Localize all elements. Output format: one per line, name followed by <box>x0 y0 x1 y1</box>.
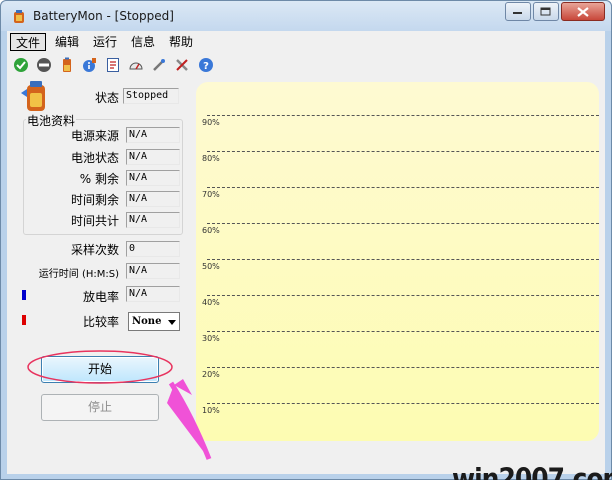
watermark: win2007.com <box>452 461 612 480</box>
menu-help[interactable]: 帮助 <box>164 33 198 51</box>
time-total-value: N/A <box>126 212 180 228</box>
percent-remaining-value: N/A <box>126 170 180 186</box>
battery-chart: 90% 80% 70% 60% 50% 40% 30% 20% 10% <box>196 82 599 441</box>
chart-gridline <box>207 367 599 368</box>
compare-rate-select[interactable]: None <box>128 312 180 331</box>
gauge-icon[interactable] <box>128 57 144 73</box>
minimize-button[interactable] <box>505 2 531 21</box>
window-title: BatteryMon - [Stopped] <box>33 9 174 23</box>
power-source-label: 电源来源 <box>70 129 119 143</box>
time-left-label: 时间剩余 <box>70 193 119 207</box>
close-icon <box>577 6 589 17</box>
check-icon[interactable] <box>13 57 29 73</box>
chart-tick-label: 70% <box>202 190 220 199</box>
discharge-color-mark <box>22 290 26 300</box>
tools-icon[interactable] <box>174 57 190 73</box>
toolbar: ? <box>7 54 605 78</box>
chart-gridline <box>207 331 599 332</box>
runtime-value: N/A <box>126 263 180 279</box>
chart-gridline <box>207 259 599 260</box>
minimize-icon <box>513 11 522 14</box>
menu-info[interactable]: 信息 <box>126 33 160 51</box>
chart-gridline <box>207 223 599 224</box>
chart-gridline <box>207 295 599 296</box>
chart-tick-label: 50% <box>202 262 220 271</box>
client-area: 文件 编辑 运行 信息 帮助 ? 状态 Stopped 电池资料 电源来源 N/… <box>7 31 612 480</box>
status-value: Stopped <box>123 88 179 104</box>
wand-icon[interactable] <box>151 57 167 73</box>
info-icon[interactable] <box>82 57 98 73</box>
power-source-value: N/A <box>126 127 180 143</box>
close-button[interactable] <box>561 2 605 21</box>
compare-color-mark <box>22 315 26 325</box>
battery-icon[interactable] <box>59 57 75 73</box>
stop-icon[interactable] <box>36 57 52 73</box>
menu-run[interactable]: 运行 <box>88 33 122 51</box>
chart-tick-label: 40% <box>202 298 220 307</box>
chevron-down-icon <box>168 320 176 325</box>
stop-button[interactable]: 停止 <box>41 394 159 421</box>
compare-rate-selected: None <box>132 316 162 327</box>
battery-state-value: N/A <box>126 149 180 165</box>
chart-tick-label: 90% <box>202 118 220 127</box>
chart-tick-label: 20% <box>202 370 220 379</box>
runtime-label: 运行时间 (H:M:S) <box>38 269 119 280</box>
sample-count-value: 0 <box>126 241 180 257</box>
discharge-rate-label: 放电率 <box>82 290 119 304</box>
chart-gridline <box>207 115 599 116</box>
battery-state-label: 电池状态 <box>70 151 119 165</box>
status-label: 状态 <box>94 91 119 105</box>
time-left-value: N/A <box>126 191 180 207</box>
menu-file[interactable]: 文件 <box>10 33 47 51</box>
sample-count-label: 采样次数 <box>70 243 119 257</box>
chart-tick-label: 10% <box>202 406 220 415</box>
battery-logo-icon <box>21 81 45 111</box>
app-window: BatteryMon - [Stopped] 文件 编辑 运行 信息 帮助 ? … <box>0 0 612 480</box>
chart-tick-label: 80% <box>202 154 220 163</box>
chart-tick-label: 30% <box>202 334 220 343</box>
compare-rate-label: 比较率 <box>82 315 119 329</box>
chart-gridline <box>207 151 599 152</box>
maximize-button[interactable] <box>533 2 559 21</box>
menu-bar: 文件 编辑 运行 信息 帮助 <box>7 31 605 53</box>
chart-gridline <box>207 403 599 404</box>
menu-edit[interactable]: 编辑 <box>50 33 84 51</box>
battery-app-icon <box>14 10 24 23</box>
discharge-rate-value: N/A <box>126 286 180 302</box>
svg-text:?: ? <box>203 61 209 72</box>
chart-tick-label: 60% <box>202 226 220 235</box>
percent-remaining-label: % 剩余 <box>79 172 119 186</box>
maximize-icon <box>540 7 551 15</box>
start-button[interactable]: 开始 <box>41 356 159 383</box>
time-total-label: 时间共计 <box>70 214 119 228</box>
title-bar[interactable]: BatteryMon - [Stopped] <box>1 1 611 31</box>
clipboard-icon[interactable] <box>105 57 121 73</box>
help-icon[interactable]: ? <box>198 57 214 73</box>
chart-gridline <box>207 187 599 188</box>
